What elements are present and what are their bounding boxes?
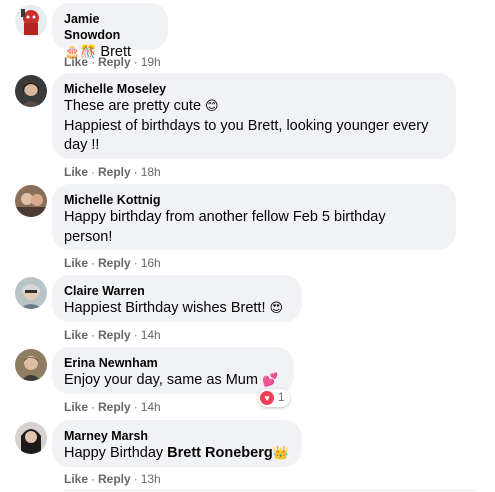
- commenter-name[interactable]: Marney Marsh: [64, 428, 290, 444]
- red-figure-avatar-icon: [15, 5, 47, 37]
- comment-line: day !!: [64, 137, 100, 153]
- comment-bubble: Jamie Snowdon 🎂🎊 Brett: [52, 3, 168, 60]
- avatar[interactable]: [15, 5, 47, 37]
- separator: ·: [91, 256, 96, 270]
- comment-body: Happiest Birthday wishes Brett!: [64, 300, 266, 316]
- comment-actions: Like · Reply · 13h: [64, 472, 161, 486]
- timestamp[interactable]: 18h: [141, 165, 161, 179]
- mention-link[interactable]: Brett Roneberg: [167, 445, 273, 461]
- avatar[interactable]: [15, 185, 47, 217]
- comment-body: These are pretty cute: [64, 98, 202, 114]
- comment-line: Happy Birthday Brett Roneberg👑: [64, 444, 290, 464]
- separator: ·: [91, 55, 96, 69]
- comment-actions: Like · Reply · 14h: [64, 400, 161, 414]
- comment-line: person!: [64, 228, 113, 245]
- separator: ·: [133, 472, 138, 486]
- avatar[interactable]: [15, 349, 47, 381]
- heart-eyes-emoji-icon: 😍: [269, 301, 284, 316]
- like-link[interactable]: Like: [64, 328, 88, 342]
- comment-body: Happy Birthday: [64, 445, 164, 461]
- comment-line: Enjoy your day, same as Mum 💕: [64, 371, 282, 391]
- commenter-name[interactable]: Michelle Moseley: [64, 81, 444, 97]
- like-link[interactable]: Like: [64, 472, 88, 486]
- reply-link[interactable]: Reply: [98, 400, 131, 414]
- separator: ·: [133, 400, 138, 414]
- comment-bubble: Michelle Kottnig Happy birthday from ano…: [52, 184, 456, 250]
- comment-bubble: Marney Marsh Happy Birthday Brett Ronebe…: [52, 420, 302, 467]
- comment-actions: Like · Reply · 18h: [64, 165, 161, 179]
- commenter-name[interactable]: Erina Newnham: [64, 355, 282, 371]
- comment-actions: Like · Reply · 19h: [64, 55, 161, 69]
- profile-photo-icon: [15, 422, 47, 454]
- timestamp[interactable]: 19h: [141, 55, 161, 69]
- avatar[interactable]: [15, 277, 47, 309]
- like-link[interactable]: Like: [64, 165, 88, 179]
- comment-line: Happiest of birthdays to you Brett, look…: [64, 117, 429, 134]
- reply-link[interactable]: Reply: [98, 165, 131, 179]
- two-hearts-emoji-icon: 💕: [261, 373, 279, 388]
- commenter-name[interactable]: Jamie Snowdon: [64, 11, 156, 43]
- reply-link[interactable]: Reply: [98, 328, 131, 342]
- comment-line: Happiest Birthday wishes Brett! 😍: [64, 299, 290, 319]
- reaction-count: 1: [278, 392, 285, 404]
- separator: ·: [133, 55, 138, 69]
- comment-bubble: Michelle Moseley These are pretty cute 😊…: [52, 73, 456, 159]
- comment-body: Enjoy your day, same as Mum: [64, 372, 258, 388]
- avatar[interactable]: [15, 75, 47, 107]
- profile-photo-icon: [15, 349, 47, 381]
- timestamp[interactable]: 14h: [141, 400, 161, 414]
- smiling-face-emoji-icon: 😊: [205, 99, 219, 114]
- avatar[interactable]: [15, 422, 47, 454]
- comment-bubble: Claire Warren Happiest Birthday wishes B…: [52, 275, 302, 322]
- separator: ·: [91, 165, 96, 179]
- separator: ·: [133, 328, 138, 342]
- love-reaction-icon: ♥: [260, 391, 274, 405]
- separator: ·: [133, 256, 138, 270]
- comment-line: Happy birthday from another fellow Feb 5…: [64, 209, 386, 225]
- timestamp[interactable]: 13h: [141, 472, 161, 486]
- like-link[interactable]: Like: [64, 55, 88, 69]
- comment-bubble: Erina Newnham Enjoy your day, same as Mu…: [52, 347, 294, 394]
- reply-link[interactable]: Reply: [98, 256, 131, 270]
- profile-photo-icon: [15, 75, 47, 107]
- profile-photo-icon: [15, 277, 47, 309]
- like-link[interactable]: Like: [64, 256, 88, 270]
- commenter-name[interactable]: Claire Warren: [64, 283, 290, 299]
- comment-actions: Like · Reply · 14h: [64, 328, 161, 342]
- crown-emoji-icon: 👑: [272, 446, 289, 461]
- separator: ·: [91, 328, 96, 342]
- reaction-count-pill[interactable]: ♥ 1: [258, 389, 291, 407]
- separator: ·: [91, 472, 96, 486]
- profile-photo-icon: [15, 185, 47, 217]
- reply-link[interactable]: Reply: [98, 55, 131, 69]
- comment-line: These are pretty cute 😊: [64, 97, 444, 117]
- timestamp[interactable]: 16h: [141, 256, 161, 270]
- separator: ·: [133, 165, 138, 179]
- reply-link[interactable]: Reply: [98, 472, 131, 486]
- separator: ·: [91, 400, 96, 414]
- comment-actions: Like · Reply · 16h: [64, 256, 161, 270]
- divider: [64, 490, 475, 491]
- timestamp[interactable]: 14h: [141, 328, 161, 342]
- commenter-name[interactable]: Michelle Kottnig: [64, 192, 444, 208]
- like-link[interactable]: Like: [64, 400, 88, 414]
